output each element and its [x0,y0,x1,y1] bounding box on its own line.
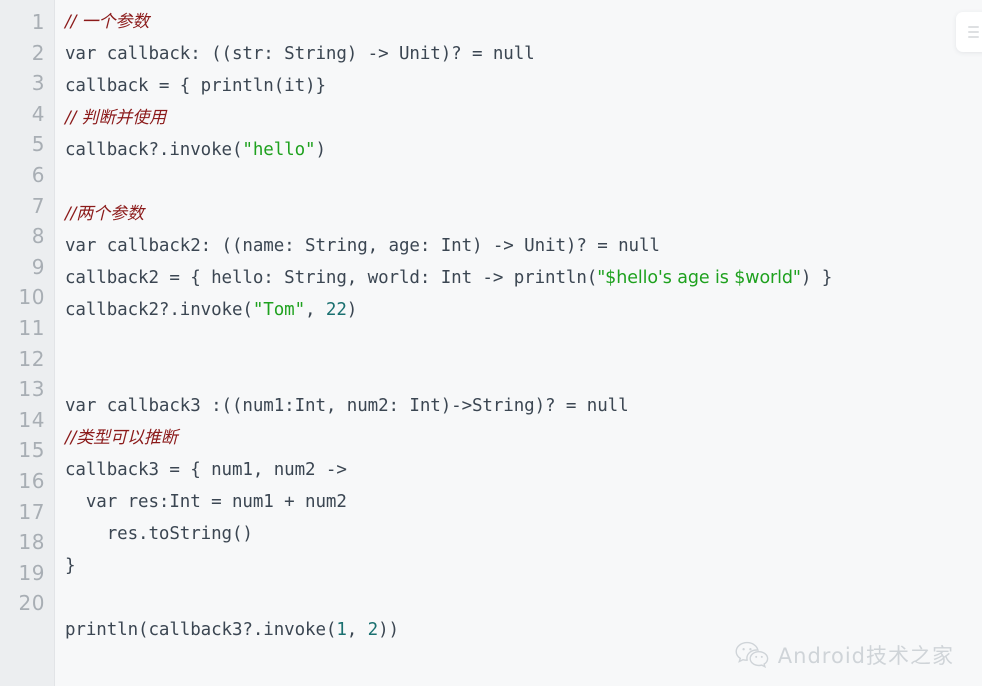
code-token-text: )) [378,620,399,640]
line-number: 13 [18,377,45,402]
code-token-text: var callback3 :((num1:Int, num2: Int)->S… [65,396,629,416]
code-line[interactable]: callback = { println(it)} [65,70,982,102]
code-line[interactable]: var callback: ((str: String) -> Unit)? =… [65,38,982,70]
code-line[interactable] [65,326,982,358]
line-number: 20 [18,591,45,616]
code-token-comment: // 一个参数 [65,12,150,32]
line-number: 16 [18,468,45,493]
code-line[interactable]: // 一个参数 [65,6,982,38]
line-number-list: 1 2 3 4 5 6 7 8 9 10 11 12 13 14 15 16 17 18 19 20 [19,7,45,619]
code-line[interactable] [65,166,982,198]
line-number: 1 [31,10,45,34]
code-token-text: ) [315,140,326,160]
code-line[interactable]: callback2 = { hello: String, world: Int … [65,262,982,294]
code-content-area[interactable]: // 一个参数 var callback: ((str: String) -> U… [56,0,982,686]
line-number: 18 [18,530,45,555]
line-number: 8 [31,224,45,249]
line-number: 17 [18,499,45,524]
code-snippet-screenshot: 1 2 3 4 5 6 7 8 9 10 11 12 13 14 15 16 17 18 19 20 // 一个参数 v… [0,0,982,686]
code-line[interactable] [65,582,982,614]
line-number: 5 [31,132,45,157]
code-token-text: println(callback3?.invoke( [65,620,337,640]
code-token-text: ) [346,300,358,320]
code-token-text: res.toString() [65,524,253,544]
code-token-string: "hello" [242,140,316,160]
code-token-string: "Tom" [252,300,306,320]
code-line[interactable]: res.toString() [65,518,982,550]
code-line[interactable]: callback2?.invoke("Tom", 22) [65,294,982,326]
code-line[interactable]: //两个参数 [65,198,982,230]
code-line[interactable]: // 判断并使用 [65,102,982,134]
code-line[interactable]: println(callback3?.invoke(1, 2)) [65,614,982,646]
code-token-text: var callback2: ((name: String, age: Int)… [65,236,660,256]
line-number: 11 [18,315,45,340]
code-line[interactable]: var res:Int = num1 + num2 [65,486,982,518]
code-line[interactable]: callback3 = { num1, num2 -> [65,454,982,486]
line-number-gutter: 1 2 3 4 5 6 7 8 9 10 11 12 13 14 15 16 17 18 19 20 [0,0,55,686]
line-number: 2 [31,40,45,65]
code-token-comment: //两个参数 [65,204,144,224]
code-token-number: 1 [336,620,347,640]
code-token-text: , [346,620,368,640]
code-token-text: var res:Int = num1 + num2 [65,492,347,512]
line-number: 6 [31,162,45,187]
code-line[interactable]: //类型可以推断 [65,422,982,454]
code-token-string: "$hello's age is $world" [597,268,801,288]
code-token-text: ) } [800,268,833,288]
code-line[interactable]: var callback3 :((num1:Int, num2: Int)->S… [65,390,982,422]
copy-code-button[interactable] [956,12,982,52]
copy-lines-icon [967,26,979,38]
line-number: 9 [31,254,45,279]
code-token-text: , [305,300,326,320]
line-number: 7 [31,193,45,218]
code-line-list: // 一个参数 var callback: ((str: String) -> U… [65,6,982,646]
code-line[interactable]: } [65,550,982,582]
line-number: 3 [31,71,45,96]
code-token-text: callback2?.invoke( [65,300,253,320]
code-token-text: var callback: ((str: String) -> Unit)? =… [65,44,535,64]
code-line[interactable] [65,358,982,390]
code-token-text: callback2 = { hello: String, world: Int … [65,268,598,288]
code-token-number: 22 [325,300,347,320]
line-number: 15 [18,438,45,463]
line-number: 14 [18,407,45,432]
code-token-text: } [65,556,76,576]
code-token-comment: //类型可以推断 [65,428,178,448]
code-token-text: callback = { println(it)} [65,76,326,96]
code-token-number: 2 [367,620,379,640]
code-line[interactable]: callback?.invoke("hello") [65,134,982,166]
code-token-comment: // 判断并使用 [65,108,167,128]
code-line[interactable]: var callback2: ((name: String, age: Int)… [65,230,982,262]
code-token-text: callback?.invoke( [65,140,243,160]
code-token-text: callback3 = { num1, num2 -> [65,460,347,480]
line-number: 10 [18,285,45,310]
line-number: 4 [31,101,45,126]
line-number: 12 [18,346,45,371]
line-number: 19 [18,560,45,585]
